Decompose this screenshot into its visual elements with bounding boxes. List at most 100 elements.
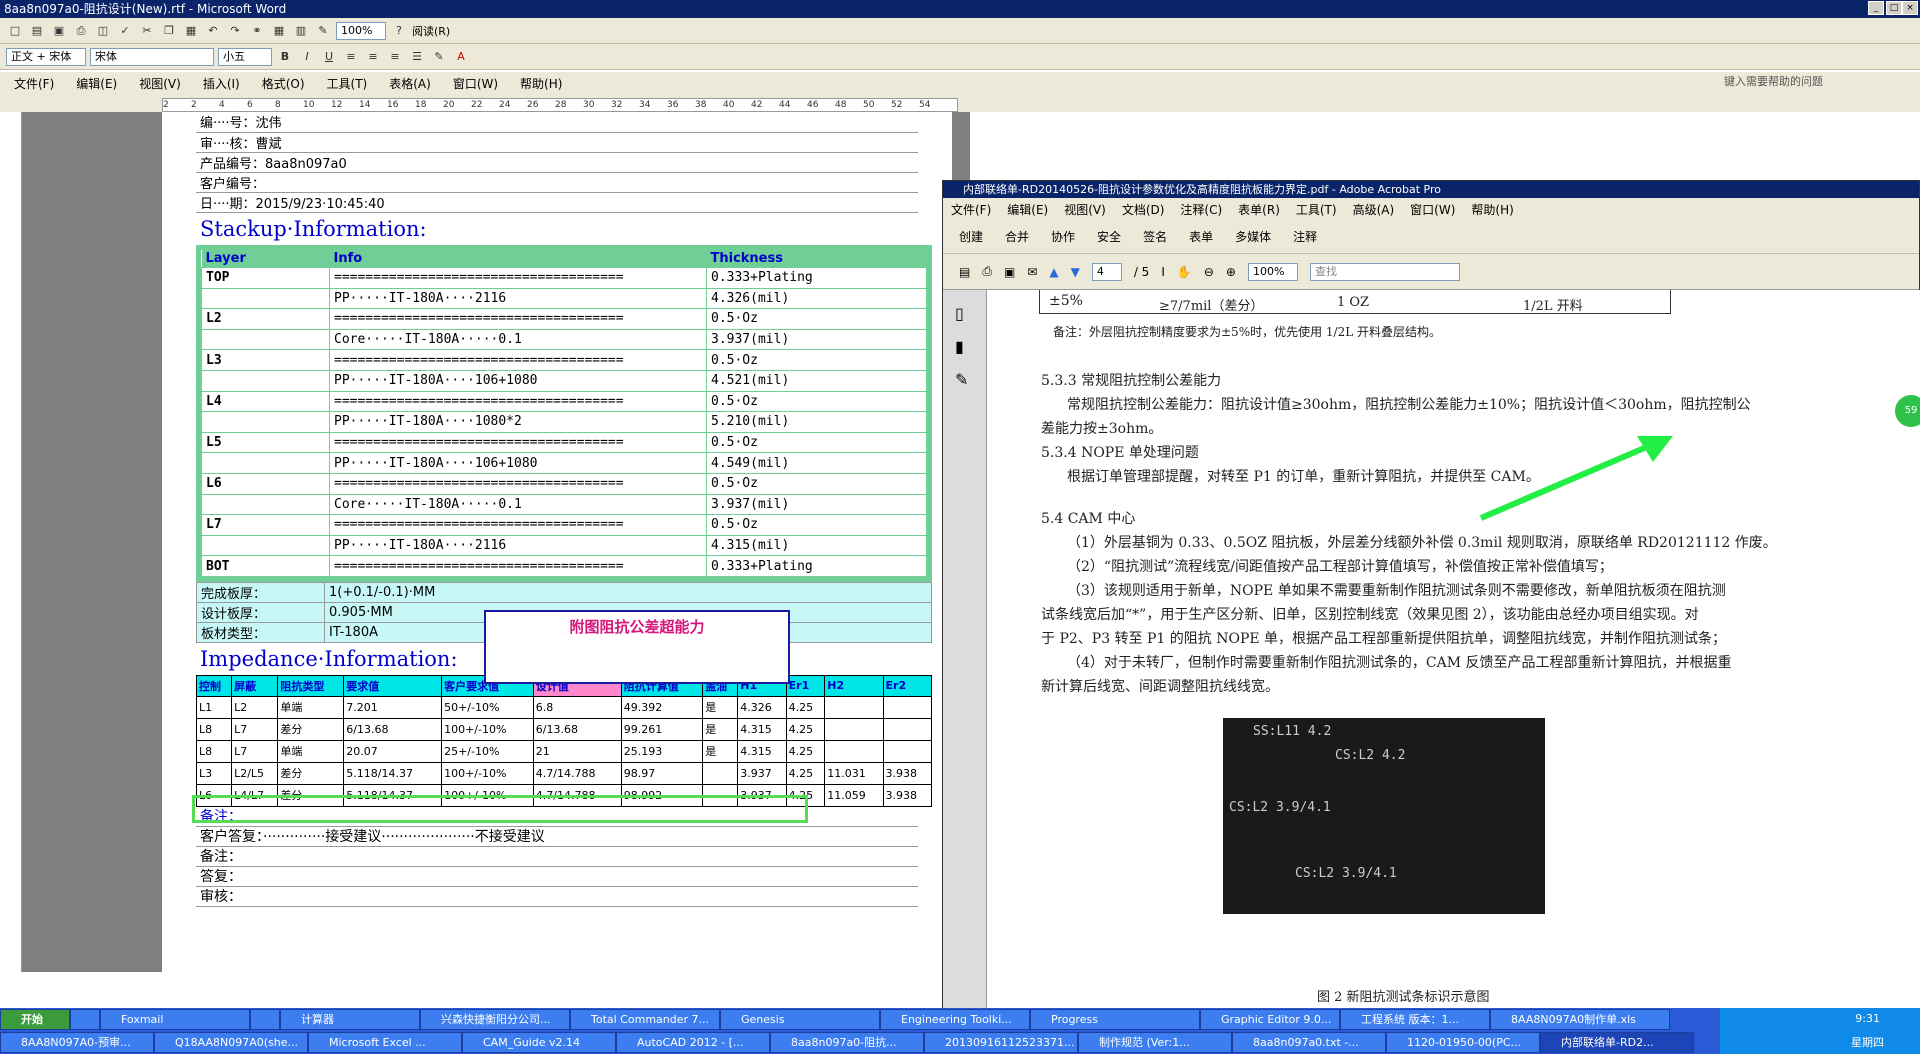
paste-icon[interactable]: ▦ [182,22,200,40]
taskbar-item[interactable]: Progress [1030,1009,1200,1030]
size-select[interactable]: 小五 [218,47,272,66]
help-search-input[interactable]: 键入需要帮助的问题 [1720,74,1900,92]
table-icon[interactable]: ▦ [270,22,288,40]
acrobat-tool-button[interactable]: 创建 [959,228,983,245]
style-select[interactable]: 正文 + 宋体 [6,47,86,66]
taskbar-item[interactable]: Graphic Editor 9.0... [1200,1009,1340,1030]
acrobat-menu-item[interactable]: 高级(A) [1353,201,1395,218]
taskbar-item[interactable]: 20130916112523371... [924,1032,1078,1053]
taskbar-item[interactable]: Total Commander 7... [570,1009,720,1030]
taskbar-item[interactable] [250,1009,280,1030]
select-icon[interactable]: I [1161,265,1165,279]
taskbar-item[interactable]: 8aa8n097a0-阻抗... [770,1032,924,1053]
next-page-icon[interactable]: ▼ [1071,265,1080,279]
columns-icon[interactable]: ▥ [292,22,310,40]
font-select[interactable]: 宋体 [90,47,214,66]
taskbar-item[interactable]: 8AA8N097A0制作单.xls [1490,1009,1670,1030]
taskbar-item[interactable]: AutoCAD 2012 - [... [616,1032,770,1053]
taskbar-item[interactable]: 8aa8n097a0.txt -... [1232,1032,1386,1053]
menu-tools[interactable]: 工具(T) [327,75,368,92]
document-page[interactable]: 编····号：沈伟 审····核：曹斌 产品编号：8aa8n097a0 客户编号… [162,112,952,972]
hand-icon[interactable]: ✋ [1177,265,1192,279]
acrobat-tool-button[interactable]: 注释 [1293,228,1317,245]
taskbar-item[interactable]: Foxmail [100,1009,250,1030]
find-input[interactable]: 查找 [1309,262,1460,281]
email-icon[interactable]: ✉ [1027,265,1037,279]
save-icon[interactable]: ▣ [50,22,68,40]
acrobat-menu-item[interactable]: 窗口(W) [1410,201,1455,218]
print-icon[interactable]: ⎙ [72,22,90,40]
acrobat-menu-item[interactable]: 编辑(E) [1007,201,1048,218]
undo-icon[interactable]: ↶ [204,22,222,40]
pdf-page[interactable]: ±5% ≥7/7mil（差分） 1 OZ 1/2L 开料 备注：外层阻抗控制精度… [987,290,1920,1011]
start-button[interactable]: 开始 [0,1009,70,1030]
copy-icon[interactable]: ❐ [160,22,178,40]
link-icon[interactable]: ⚭ [248,22,266,40]
taskbar-item[interactable]: 1120-01950-00(PC... [1386,1032,1540,1053]
underline-icon[interactable]: U [320,48,338,66]
close-button[interactable]: × [1902,1,1918,15]
print-icon[interactable]: ⎙ [982,264,992,279]
list-icon[interactable]: ☰ [408,48,426,66]
font-color-icon[interactable]: A [452,48,470,66]
prev-page-icon[interactable]: ▲ [1049,265,1058,279]
read-button[interactable]: 阅读(R) [412,23,450,39]
badge[interactable]: 59 [1895,395,1920,427]
menu-insert[interactable]: 插入(I) [203,75,240,92]
taskbar-item[interactable]: 工程系统 版本：1... [1340,1009,1490,1030]
menu-edit[interactable]: 编辑(E) [76,75,117,92]
minimize-button[interactable]: _ [1868,1,1884,15]
taskbar-item[interactable]: CAM_Guide v2.14 [462,1032,616,1053]
acrobat-menu-item[interactable]: 工具(T) [1296,201,1337,218]
open-icon[interactable]: ▤ [28,22,46,40]
redo-icon[interactable]: ↷ [226,22,244,40]
bookmarks-icon[interactable]: ▮ [955,337,974,356]
taskbar-item[interactable]: Q18AA8N097A0(she... [154,1032,308,1053]
acrobat-menu-item[interactable]: 视图(V) [1064,201,1106,218]
menu-table[interactable]: 表格(A) [389,75,431,92]
acrobat-menu-item[interactable]: 文档(D) [1122,201,1165,218]
highlight-icon[interactable]: ✎ [430,48,448,66]
drawing-icon[interactable]: ✎ [314,22,332,40]
clock[interactable]: 9:31 [1855,1012,1880,1025]
taskbar-item[interactable]: 计算器 [280,1009,420,1030]
signatures-icon[interactable]: ✎ [955,370,974,389]
new-icon[interactable]: □ [6,22,24,40]
maximize-button[interactable]: □ [1886,1,1902,15]
acrobat-tool-button[interactable]: 多媒体 [1235,228,1271,245]
save-icon[interactable]: ▣ [1004,265,1015,279]
acrobat-window[interactable]: 内部联络单-RD20140526-阻抗设计参数优化及高精度阻抗板能力界定.pdf… [942,180,1920,1011]
acrobat-tool-button[interactable]: 协作 [1051,228,1075,245]
zoom-select[interactable]: 100% [336,21,386,40]
acrobat-tool-button[interactable]: 合并 [1005,228,1029,245]
acrobat-menu-item[interactable]: 文件(F) [951,201,991,218]
horizontal-ruler[interactable]: 2 2 4 6 8 10 12 14 16 18 20 22 24 26 28 30 32 34 36 38 40 42 4… [162,98,958,112]
taskbar-item[interactable]: 制作规范 (Ver:1... [1078,1032,1232,1053]
page-number-input[interactable]: 4 [1091,262,1122,281]
align-right-icon[interactable]: ≡ [386,48,404,66]
zoom-in-icon[interactable]: ⊕ [1226,265,1236,279]
preview-icon[interactable]: ◫ [94,22,112,40]
acrobat-tool-button[interactable]: 签名 [1143,228,1167,245]
help-icon[interactable]: ? [390,22,408,40]
acrobat-menu-item[interactable]: 注释(C) [1180,201,1222,218]
taskbar-item[interactable]: Genesis [720,1009,880,1030]
acrobat-menu-item[interactable]: 帮助(H) [1471,201,1513,218]
pages-icon[interactable]: ▯ [955,304,974,323]
spell-icon[interactable]: ✓ [116,22,134,40]
bold-icon[interactable]: B [276,48,294,66]
menu-view[interactable]: 视图(V) [139,75,181,92]
menu-format[interactable]: 格式(O) [262,75,305,92]
taskbar-item[interactable]: 内部联络单-RD2... [1540,1032,1694,1053]
italic-icon[interactable]: I [298,48,316,66]
taskbar-item[interactable] [70,1009,100,1030]
taskbar-item[interactable]: Engineering Toolki... [880,1009,1030,1030]
acrobat-zoom-select[interactable]: 100% [1247,262,1298,281]
taskbar-item[interactable]: 8AA8N097A0-预审... [0,1032,154,1053]
zoom-out-icon[interactable]: ⊖ [1204,265,1214,279]
taskbar-item[interactable]: 兴森快捷衡阳分公司... [420,1009,570,1030]
cut-icon[interactable]: ✂ [138,22,156,40]
acrobat-tool-button[interactable]: 表单 [1189,228,1213,245]
open-icon[interactable]: ▤ [959,265,970,279]
menu-file[interactable]: 文件(F) [14,75,54,92]
